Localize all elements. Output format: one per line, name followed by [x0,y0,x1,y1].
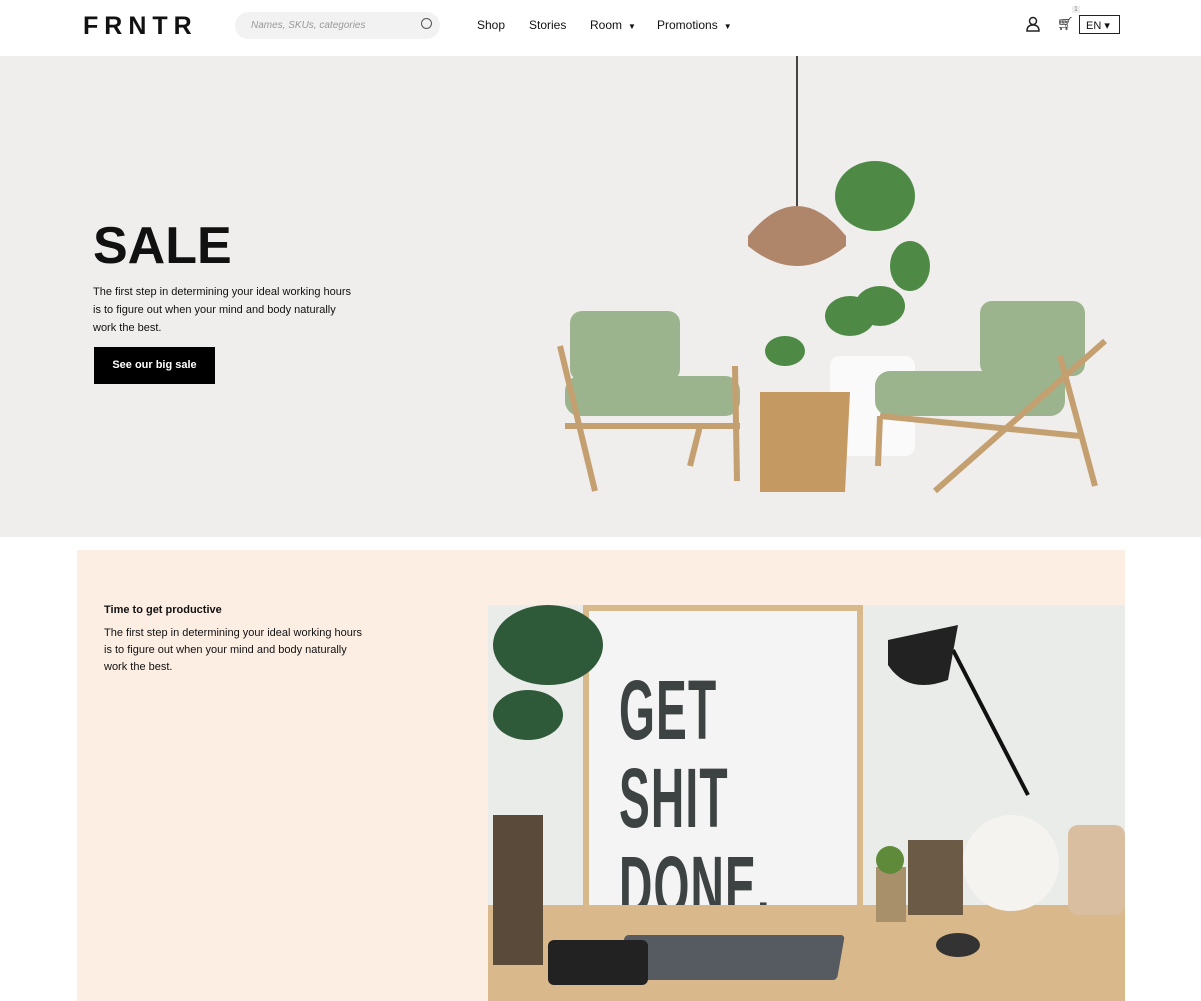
section-text: The first step in determining your ideal… [104,627,363,673]
cart-count-badge: 1 [1072,6,1080,13]
nav-room-label: Room [590,18,623,32]
caret-down-icon: ▼ [723,22,732,31]
search-input[interactable]: Names, SKUs, categories [235,12,440,39]
hero-title: SALE [93,217,232,275]
language-selector[interactable]: EN ▾ [1079,15,1120,34]
logo[interactable]: FRNTR [83,12,198,41]
caret-down-icon: ▼ [628,22,636,31]
hero-furniture-image [557,56,1107,494]
productive-section: Time to get productive The first step in… [77,550,1125,1001]
section-title: Time to get productive [104,604,222,616]
header: FRNTR Names, SKUs, categories Shop Stori… [0,0,1201,56]
user-icon[interactable] [1026,16,1040,32]
language-label: EN [1086,20,1102,32]
nav-promotions-label: Promotions [657,18,718,32]
nav-shop[interactable]: Shop [477,18,505,32]
hero-banner: SALE The first step in determining your … [0,56,1201,537]
nav-promotions[interactable]: Promotions ▼ [657,18,732,32]
cart-icon[interactable]: 🛒︎ [1057,16,1074,32]
search-placeholder: Names, SKUs, categories [251,20,366,31]
caret-down-icon: ▾ [1104,20,1110,32]
desk-photo: GET SHIT DONE. [488,605,1125,1001]
hero-text: The first step in determining your ideal… [93,286,352,334]
search-icon[interactable] [421,18,432,29]
nav-stories[interactable]: Stories [529,18,566,32]
desk-decor [493,605,1125,985]
nav-room[interactable]: Room ▼ [590,18,636,32]
see-sale-button[interactable]: See our big sale [94,347,215,384]
